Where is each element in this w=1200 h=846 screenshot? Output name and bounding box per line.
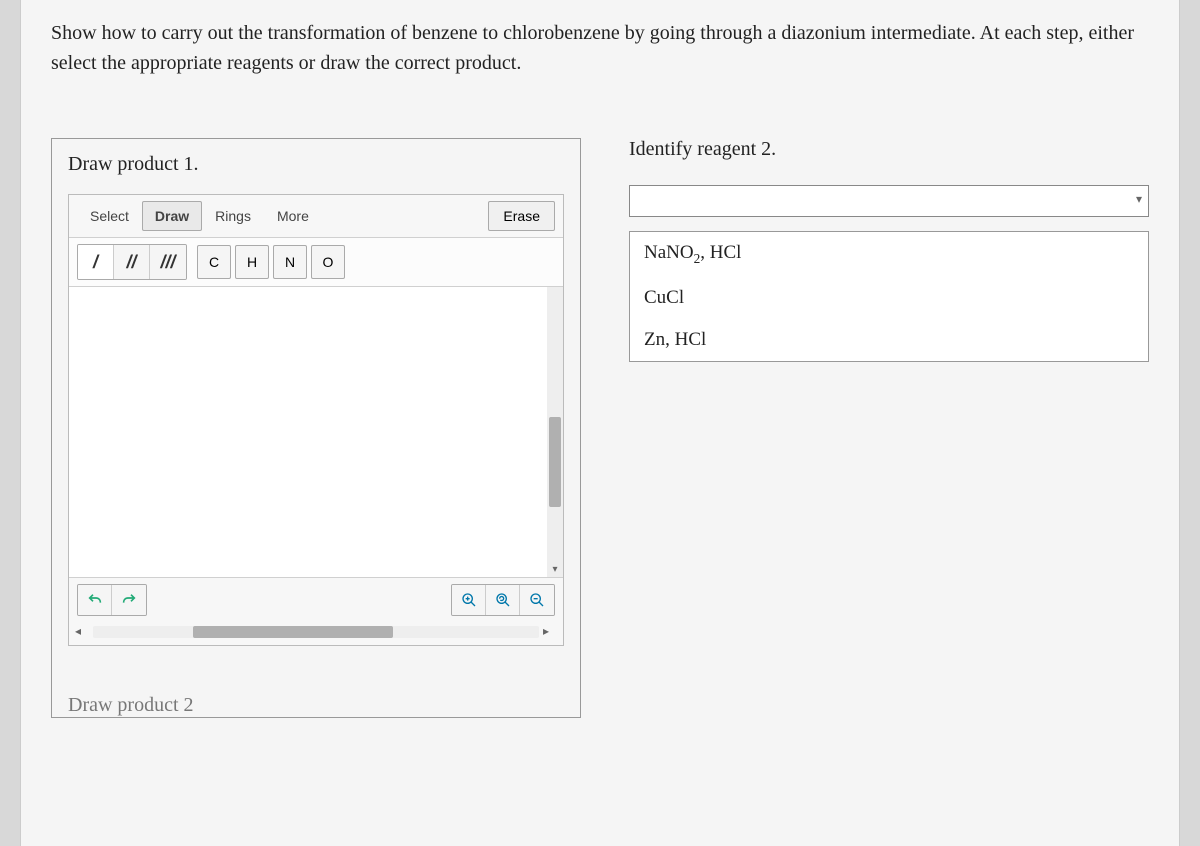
zoom-reset-button[interactable] bbox=[486, 585, 520, 615]
scroll-right-icon[interactable]: ▸ bbox=[543, 624, 557, 639]
double-bond-button[interactable]: // bbox=[114, 245, 150, 279]
single-bond-button[interactable]: / bbox=[78, 245, 114, 279]
undo-icon bbox=[87, 592, 103, 608]
question-text: Show how to carry out the transformation… bbox=[51, 18, 1149, 78]
right-panel-title: Identify reagent 2. bbox=[629, 138, 1149, 161]
horizontal-scrollbar-thumb[interactable] bbox=[193, 626, 393, 638]
vertical-scrollbar-thumb[interactable] bbox=[549, 417, 561, 507]
zoom-reset-icon bbox=[495, 592, 511, 608]
scroll-left-icon[interactable]: ◂ bbox=[75, 624, 89, 639]
atom-c-button[interactable]: C bbox=[197, 245, 231, 279]
tab-select[interactable]: Select bbox=[77, 201, 142, 231]
editor-bottom-toolbar bbox=[69, 577, 563, 622]
next-section-label: Draw product 2 bbox=[68, 694, 564, 717]
atom-n-button[interactable]: N bbox=[273, 245, 307, 279]
bond-type-group: / // /// bbox=[77, 244, 187, 280]
editor-bond-toolbar: / // /// C H N O bbox=[69, 238, 563, 287]
atom-group: C H N O bbox=[197, 245, 345, 279]
zoom-out-icon bbox=[529, 592, 545, 608]
reagent-option-cucl[interactable]: CuCl bbox=[630, 277, 1148, 319]
reagent-options-list: NaNO2, HCl CuCl Zn, HCl bbox=[629, 231, 1149, 362]
triple-bond-button[interactable]: /// bbox=[150, 245, 186, 279]
atom-h-button[interactable]: H bbox=[235, 245, 269, 279]
zoom-in-button[interactable] bbox=[452, 585, 486, 615]
reagent-dropdown[interactable] bbox=[629, 185, 1149, 217]
reagent-option-znhcl[interactable]: Zn, HCl bbox=[630, 319, 1148, 361]
molecule-editor: Select Draw Rings More Erase / // /// C … bbox=[68, 194, 564, 646]
draw-product-panel: Draw product 1. Select Draw Rings More E… bbox=[51, 138, 581, 718]
scroll-down-icon[interactable]: ▾ bbox=[549, 563, 561, 575]
zoom-group bbox=[451, 584, 555, 616]
left-panel-title: Draw product 1. bbox=[68, 153, 564, 176]
horizontal-scrollbar[interactable] bbox=[93, 626, 539, 638]
reagent-option-nano2[interactable]: NaNO2, HCl bbox=[630, 232, 1148, 277]
vertical-scrollbar[interactable]: ▾ bbox=[547, 287, 563, 577]
editor-top-toolbar: Select Draw Rings More Erase bbox=[69, 195, 563, 238]
tab-draw[interactable]: Draw bbox=[142, 201, 202, 231]
reagent-panel: Identify reagent 2. NaNO2, HCl CuCl Zn, … bbox=[629, 138, 1149, 362]
erase-button[interactable]: Erase bbox=[488, 201, 555, 231]
zoom-out-button[interactable] bbox=[520, 585, 554, 615]
undo-button[interactable] bbox=[78, 585, 112, 615]
tab-more[interactable]: More bbox=[264, 201, 322, 231]
redo-icon bbox=[121, 592, 137, 608]
page-container: Show how to carry out the transformation… bbox=[20, 0, 1180, 846]
panels-row: Draw product 1. Select Draw Rings More E… bbox=[51, 138, 1149, 718]
atom-o-button[interactable]: O bbox=[311, 245, 345, 279]
zoom-in-icon bbox=[461, 592, 477, 608]
redo-button[interactable] bbox=[112, 585, 146, 615]
tab-rings[interactable]: Rings bbox=[202, 201, 264, 231]
horizontal-scroll-row: ◂ ▸ bbox=[69, 622, 563, 645]
undo-redo-group bbox=[77, 584, 147, 616]
drawing-canvas[interactable]: ▾ bbox=[69, 287, 563, 577]
